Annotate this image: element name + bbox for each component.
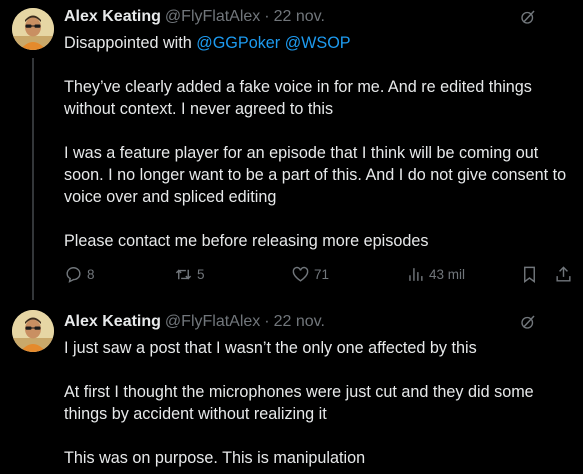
tweet-paragraph: Please contact me before releasing more … — [64, 232, 429, 250]
avatar-image — [12, 8, 54, 50]
avatar-image — [12, 310, 54, 352]
views-button[interactable]: 43 mil — [406, 262, 465, 286]
author-display-name[interactable]: Alex Keating — [64, 8, 161, 26]
tweet-header: Alex Keating @FlyFlatAlex · 22 nov. — [64, 312, 573, 332]
tweet-text-prefix: Disappointed with — [64, 34, 197, 52]
tweet-paragraph: I just saw a post that I wasn’t the only… — [64, 339, 477, 357]
share-button[interactable] — [554, 262, 573, 286]
tweet-date[interactable]: 22 nov. — [274, 8, 325, 26]
tweet-text: Disappointed with @GGPoker @WSOP They’ve… — [64, 32, 574, 252]
tweet-text: I just saw a post that I wasn’t the only… — [64, 337, 574, 469]
thread-connector-line — [32, 58, 34, 300]
bookmark-button[interactable] — [520, 262, 539, 286]
like-button[interactable]: 71 — [291, 262, 329, 286]
avatar[interactable] — [12, 8, 54, 50]
header-separator: · — [264, 8, 270, 25]
like-count: 71 — [314, 266, 330, 282]
grok-icon[interactable] — [519, 8, 537, 26]
header-separator: · — [264, 313, 270, 330]
views-icon — [409, 267, 423, 281]
tweet-paragraph: I was a feature player for an episode th… — [64, 144, 567, 206]
reply-button[interactable]: 8 — [64, 262, 95, 286]
repost-icon — [175, 269, 192, 279]
author-handle[interactable]: @FlyFlatAlex — [165, 313, 260, 331]
reply-count: 8 — [87, 266, 95, 282]
tweet-paragraph: This was on purpose. This is manipulatio… — [64, 449, 366, 467]
grok-icon[interactable] — [519, 313, 537, 331]
views-count: 43 mil — [429, 266, 466, 282]
like-icon — [292, 266, 309, 282]
share-icon — [556, 265, 571, 282]
mention-link[interactable]: @GGPoker — [196, 34, 280, 52]
tweet[interactable]: Alex Keating @FlyFlatAlex · 22 nov. I ju… — [0, 300, 583, 474]
repost-button[interactable]: 5 — [174, 262, 205, 286]
tweet[interactable]: Alex Keating @FlyFlatAlex · 22 nov. Disa… — [0, 0, 583, 300]
tweet-header: Alex Keating @FlyFlatAlex · 22 nov. — [64, 7, 573, 27]
avatar[interactable] — [12, 310, 54, 352]
author-display-name[interactable]: Alex Keating — [64, 313, 161, 331]
author-handle[interactable]: @FlyFlatAlex — [165, 8, 260, 26]
tweet-paragraph: Disappointed with @GGPoker @WSOP — [64, 32, 574, 54]
bookmark-icon — [524, 266, 535, 283]
mention-link[interactable]: @WSOP — [285, 34, 351, 52]
repost-count: 5 — [197, 266, 205, 282]
tweet-action-bar: 8 5 71 43 mil — [64, 262, 574, 286]
reply-icon — [66, 266, 81, 283]
tweet-paragraph: At first I thought the microphones were … — [64, 383, 534, 423]
tweet-date[interactable]: 22 nov. — [274, 313, 325, 331]
tweet-paragraph: They’ve clearly added a fake voice in fo… — [64, 78, 532, 118]
